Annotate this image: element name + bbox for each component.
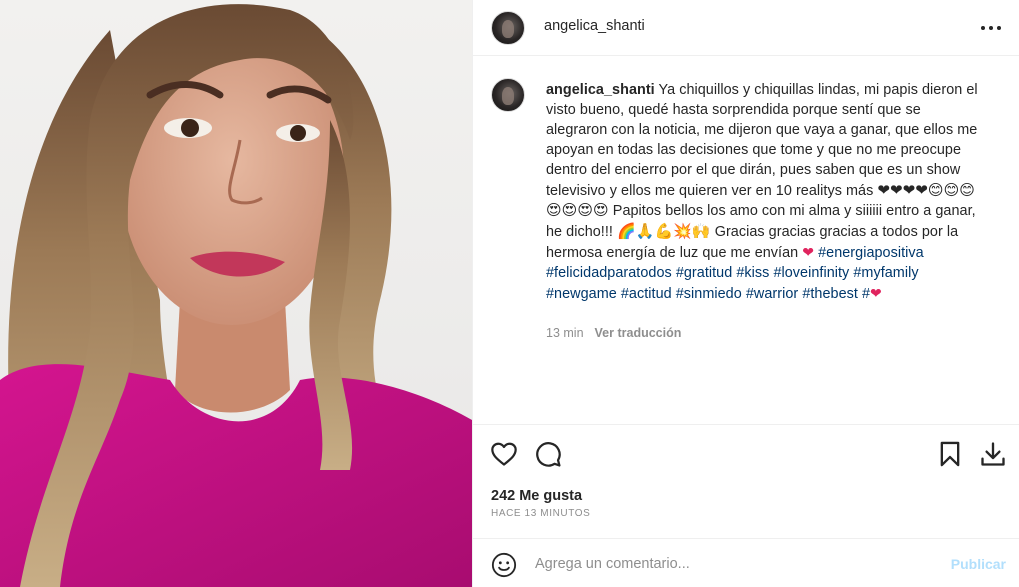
hashtag-link[interactable]: #thebest (802, 286, 858, 302)
end-heart-emoji: ❤ (870, 285, 882, 302)
hashtag-link[interactable]: #loveinfinity (773, 265, 849, 281)
caption-avatar[interactable] (491, 78, 525, 112)
download-icon[interactable] (979, 440, 1007, 468)
smiley-icon[interactable] (491, 552, 517, 578)
publish-button[interactable]: Publicar (951, 556, 1006, 572)
post-photo[interactable] (0, 0, 472, 587)
hashtag-link[interactable]: #warrior (746, 286, 798, 302)
caption-meta: 13 min Ver traducción (546, 326, 681, 340)
bookmark-icon[interactable] (936, 440, 964, 468)
heart-outline-icon[interactable] (490, 440, 518, 468)
hashtag-link[interactable]: #myfamily (853, 265, 918, 281)
action-bar (473, 427, 1019, 477)
caption-area: angelica_shanti Ya chiquillos y chiquill… (473, 57, 1019, 425)
hashtag-link[interactable]: #energiapositiva (818, 245, 924, 261)
caption-text: angelica_shanti Ya chiquillos y chiquill… (546, 81, 986, 305)
avatar[interactable] (491, 11, 525, 45)
hashtag-link[interactable]: #actitud (621, 286, 672, 302)
comment-bubble-icon[interactable] (534, 440, 562, 468)
hashtag-link[interactable]: #kiss (736, 265, 769, 281)
profile-photo-illustration (0, 4, 472, 587)
post-author-username[interactable]: angelica_shanti (544, 18, 645, 34)
post-header: angelica_shanti (473, 0, 1019, 56)
translate-button[interactable]: Ver traducción (595, 326, 682, 340)
post-timestamp: HACE 13 MINUTOS (491, 508, 591, 519)
hashtag-link[interactable]: #sinmiedo (676, 286, 742, 302)
post-detail-panel: angelica_shanti angelica_shanti Ya chiqu… (472, 0, 1019, 587)
caption-time: 13 min (546, 326, 584, 340)
hashtag-link[interactable]: # (862, 286, 870, 302)
hashtag-link[interactable]: #felicidadparatodos (546, 265, 672, 281)
hashtag-link[interactable]: #newgame (546, 286, 617, 302)
heart-emoji: ❤ (802, 244, 815, 261)
comment-bar: Publicar (473, 538, 1019, 587)
more-horizontal-icon[interactable] (980, 16, 1002, 38)
caption-emojis-2: 🌈🙏💪💥🙌 (617, 223, 711, 241)
hashtag-link[interactable]: #gratitud (676, 265, 732, 281)
comment-input[interactable] (535, 553, 925, 575)
caption-username[interactable]: angelica_shanti (546, 82, 655, 98)
like-count[interactable]: 242 Me gusta (491, 488, 582, 504)
